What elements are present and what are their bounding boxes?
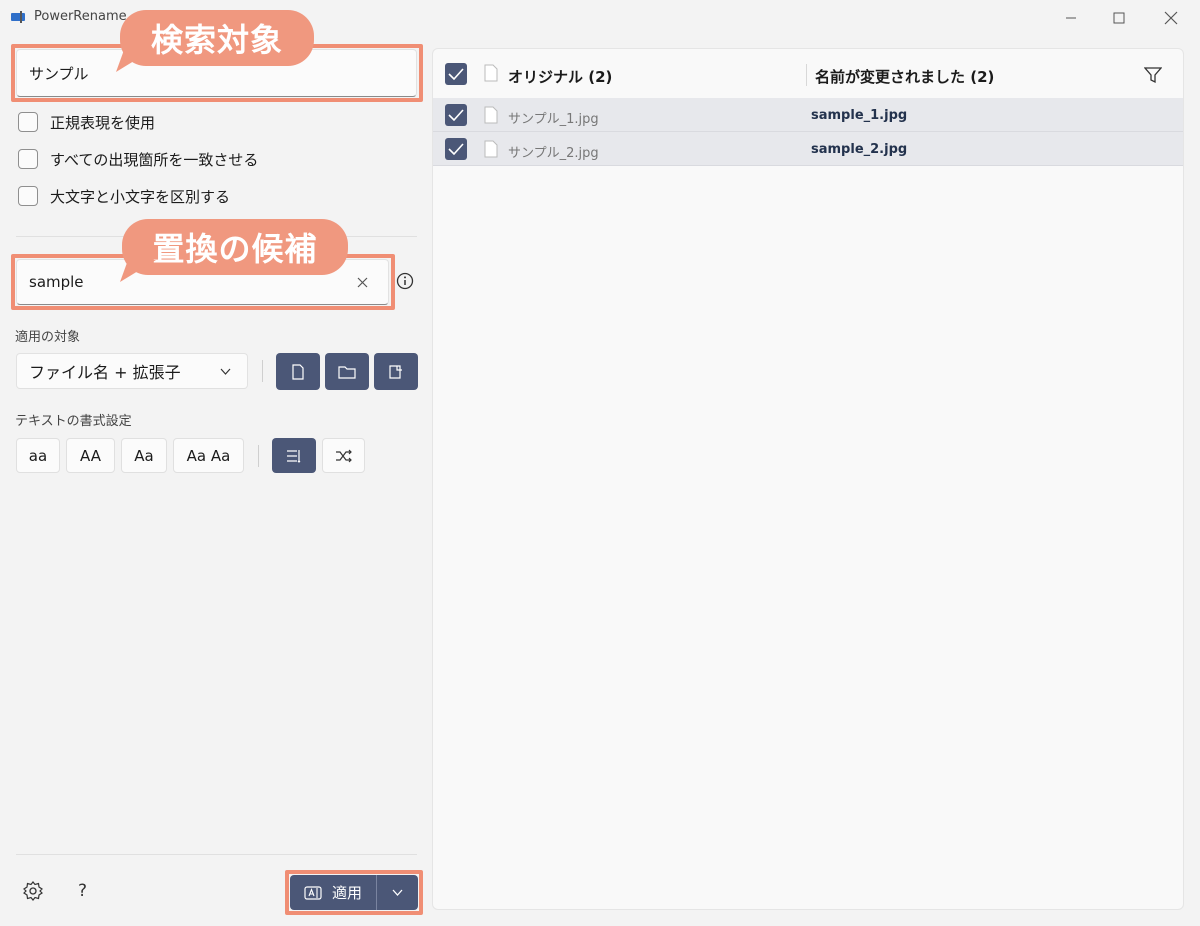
rename-icon <box>304 885 322 900</box>
row-divider <box>433 165 1183 166</box>
folders-toggle-button[interactable] <box>325 353 369 390</box>
search-callout-tail <box>116 50 152 72</box>
original-name: サンプル_1.jpg <box>508 112 599 127</box>
select-all-checkbox[interactable] <box>445 63 467 85</box>
option-match-all[interactable]: すべての出現箇所を一致させる <box>18 146 258 172</box>
checkbox[interactable] <box>18 149 38 169</box>
text-format-label: テキストの書式設定 <box>15 414 132 429</box>
apply-to-label: 適用の対象 <box>15 330 81 345</box>
file-icon <box>292 363 304 380</box>
option-label: 大文字と小文字を区別する <box>50 187 231 206</box>
option-case-sensitive[interactable]: 大文字と小文字を区別する <box>18 183 230 209</box>
app-title: PowerRename <box>34 9 127 24</box>
checkmark-icon <box>448 68 464 80</box>
capitalize-words-button[interactable]: Aa Aa <box>173 438 244 473</box>
search-input-value: サンプル <box>29 64 89 83</box>
filter-icon[interactable] <box>1144 66 1162 84</box>
replace-input-value: sample <box>29 273 84 291</box>
titlecase-button[interactable]: Aa <box>121 438 167 473</box>
file-icon <box>484 64 498 82</box>
chevron-down-icon <box>220 368 231 375</box>
divider <box>262 360 263 382</box>
shuffle-icon <box>335 449 352 462</box>
row-checkbox[interactable] <box>445 138 467 160</box>
option-regex[interactable]: 正規表現を使用 <box>18 109 155 135</box>
renamed-column-header[interactable]: 名前が変更されました (2) <box>815 66 994 87</box>
replace-callout-tail <box>120 260 156 282</box>
file-list-panel <box>432 48 1184 910</box>
apply-button-label: 適用 <box>331 884 362 902</box>
checkmark-icon <box>448 143 464 155</box>
uppercase-button[interactable]: AA <box>66 438 115 473</box>
lowercase-button[interactable]: aa <box>16 438 60 473</box>
file-icon <box>484 106 498 124</box>
enumerate-button[interactable] <box>272 438 316 473</box>
info-icon[interactable] <box>396 272 416 292</box>
option-label: すべての出現箇所を一致させる <box>50 150 259 169</box>
renamed-name: sample_2.jpg <box>811 142 908 157</box>
settings-icon[interactable] <box>22 880 44 902</box>
files-toggle-button[interactable] <box>276 353 320 390</box>
renamed-name: sample_1.jpg <box>811 108 908 123</box>
minimize-button[interactable] <box>1048 0 1094 36</box>
clear-icon[interactable] <box>352 272 372 292</box>
subfolders-toggle-button[interactable] <box>374 353 418 390</box>
close-button[interactable] <box>1148 0 1194 36</box>
apply-button[interactable]: 適用 <box>290 875 376 910</box>
column-divider <box>806 64 807 86</box>
checkbox[interactable] <box>18 186 38 206</box>
random-button[interactable] <box>322 438 365 473</box>
maximize-button[interactable] <box>1096 0 1142 36</box>
original-column-header[interactable]: オリジナル (2) <box>508 66 612 87</box>
help-button[interactable]: ? <box>78 881 87 901</box>
checkbox[interactable] <box>18 112 38 132</box>
list-numbered-icon <box>287 449 301 463</box>
apply-to-dropdown[interactable]: ファイル名 + 拡張子 <box>16 353 248 389</box>
divider <box>258 445 259 467</box>
option-label: 正規表現を使用 <box>50 113 156 132</box>
original-name: サンプル_2.jpg <box>508 146 599 161</box>
row-checkbox[interactable] <box>445 104 467 126</box>
checkmark-icon <box>448 109 464 121</box>
apply-options-button[interactable] <box>377 875 418 910</box>
subfolder-icon <box>389 364 402 379</box>
folder-icon <box>338 365 356 379</box>
app-icon <box>10 9 26 25</box>
file-icon <box>484 140 498 158</box>
chevron-down-icon <box>392 889 403 896</box>
apply-to-selected: ファイル名 + 拡張子 <box>29 363 181 382</box>
divider <box>16 854 417 855</box>
